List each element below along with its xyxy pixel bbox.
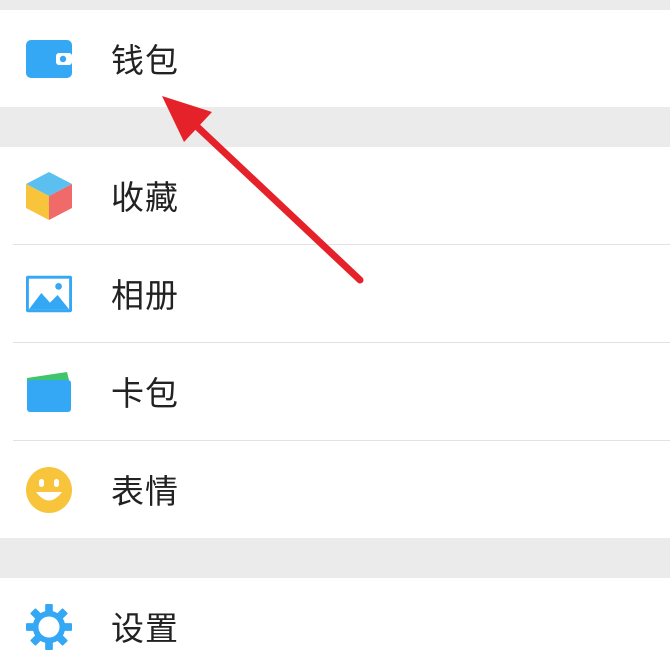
menu-item-favorites[interactable]: 收藏 [0,147,670,244]
settings-group: 设置 [0,578,670,671]
menu-item-label: 表情 [111,471,179,511]
main-group: 收藏 相册 卡包 表情 [0,147,670,538]
section-gap [0,538,670,578]
menu-item-label: 相册 [111,275,179,315]
image-icon [26,271,72,317]
menu-item-cards[interactable]: 卡包 [0,343,670,440]
smiley-icon [26,466,72,513]
wallet-icon [26,36,72,82]
section-gap [0,107,670,147]
menu-item-album[interactable]: 相册 [0,245,670,342]
gear-icon [26,603,72,650]
cube-icon [26,171,72,220]
wallet-group: 钱包 [0,10,670,107]
card-icon [26,369,72,415]
menu-item-label: 收藏 [111,177,179,217]
top-gap [0,0,670,10]
menu-item-wallet[interactable]: 钱包 [0,10,670,107]
me-menu-page: 钱包 收藏 相册 卡包 表情 设置 [0,0,670,671]
menu-item-settings[interactable]: 设置 [0,578,670,671]
menu-item-stickers[interactable]: 表情 [0,441,670,538]
menu-item-label: 设置 [111,608,179,648]
menu-item-label: 钱包 [111,40,179,80]
menu-item-label: 卡包 [111,373,179,413]
